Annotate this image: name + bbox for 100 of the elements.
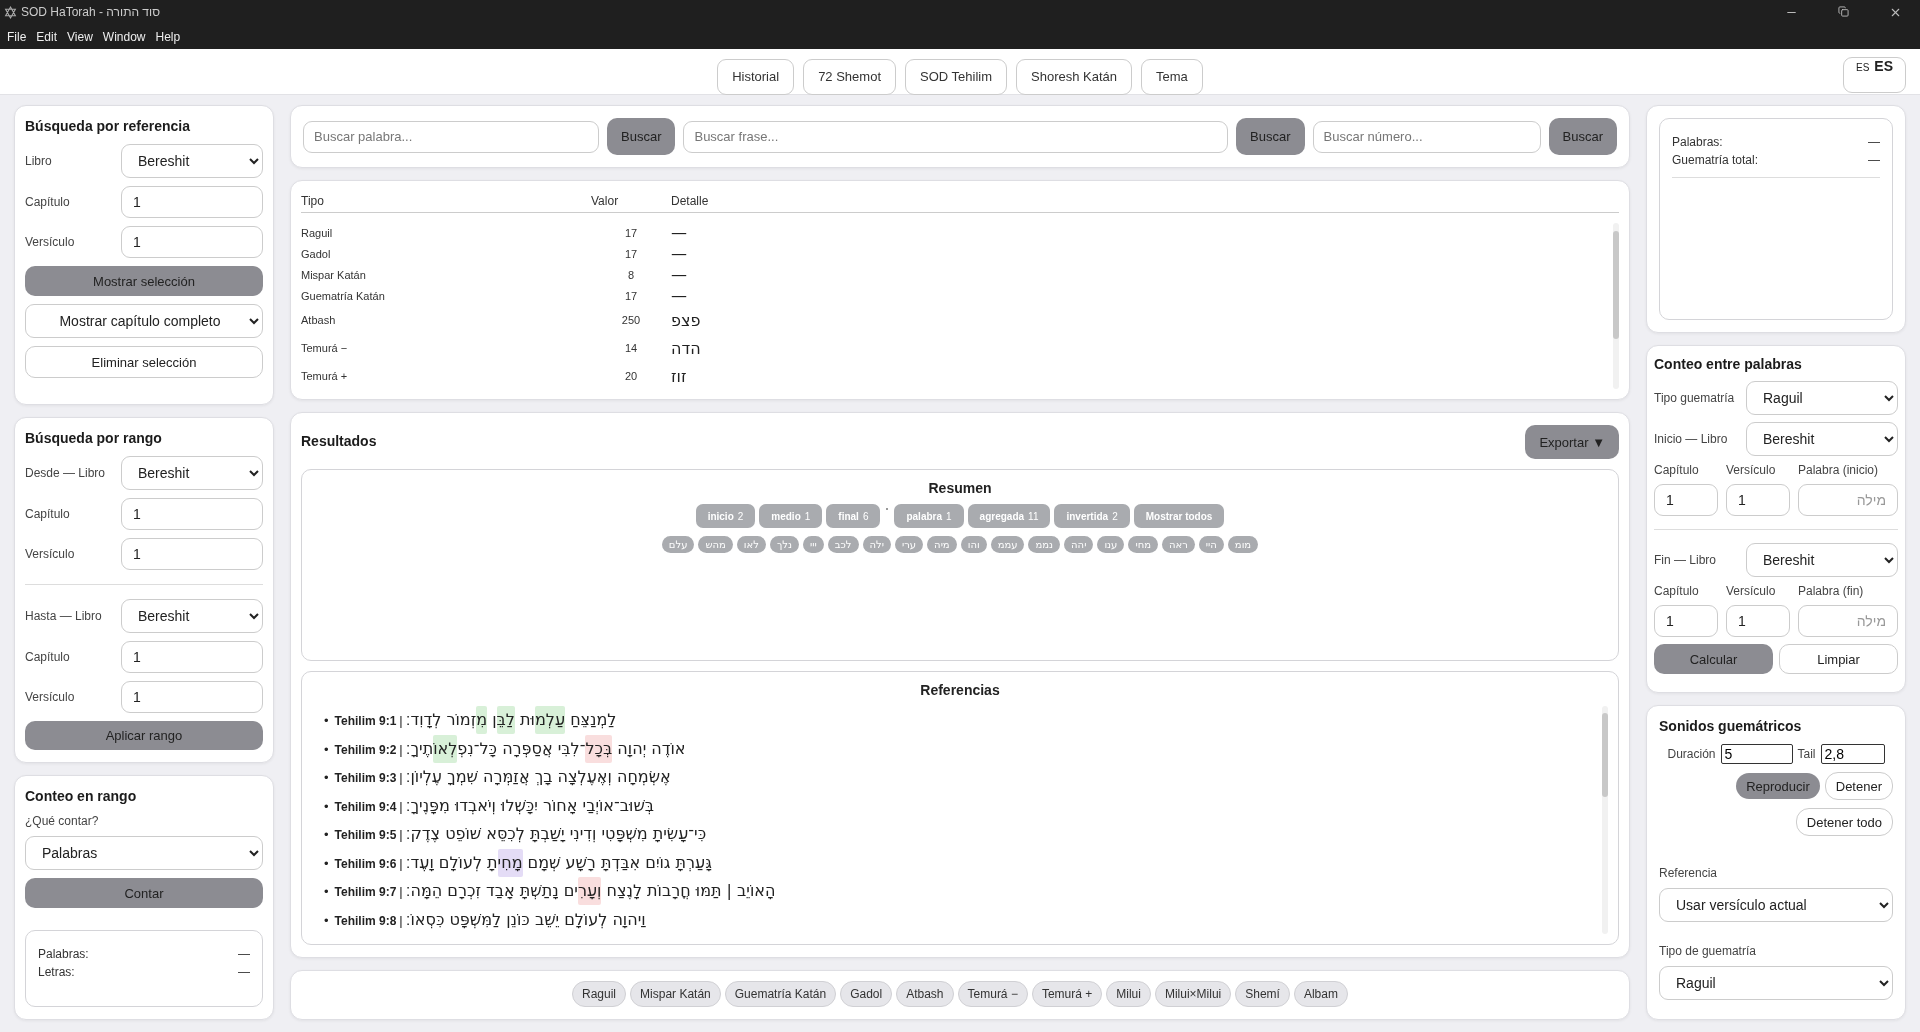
restore-icon[interactable] (1838, 5, 1849, 17)
field-label: Versículo (1726, 584, 1777, 598)
nav-button[interactable]: Tema (1141, 58, 1203, 95)
gematria-type-chip[interactable]: Gadol (840, 981, 893, 1007)
scrollbar[interactable] (1613, 223, 1619, 389)
tail-field[interactable]: 2,8 (1820, 744, 1885, 764)
bullet: • (324, 855, 329, 871)
verse-reference[interactable]: Tehilim 9:4 (334, 799, 397, 814)
book-select[interactable]: Bereshit (1746, 543, 1898, 577)
search-button[interactable]: Buscar (607, 118, 676, 155)
table-cell-text: זוז (671, 366, 688, 386)
play-button[interactable]: Reproducir (1736, 773, 1820, 799)
nav-button[interactable]: Historial (717, 58, 795, 95)
table-cell-text: Temurá − (301, 342, 349, 354)
gematria-type-chip[interactable]: Temurá − (957, 981, 1028, 1007)
book-select[interactable]: Bereshit (1746, 422, 1898, 456)
clear-selection-button[interactable]: Eliminar selección (25, 346, 263, 378)
column-header: Valor (591, 194, 620, 208)
table-cell-text: 17 (623, 247, 639, 260)
number-field[interactable]: 1 (121, 498, 263, 530)
menu-item[interactable]: View (62, 29, 98, 44)
field-label: Capítulo (25, 507, 71, 521)
number-field[interactable]: 1 (121, 641, 263, 673)
field-label: Versículo (25, 690, 76, 704)
word-field[interactable]: מילה (1798, 484, 1898, 516)
verse-reference[interactable]: Tehilim 9:5 (334, 828, 397, 842)
number-field[interactable]: 1 (121, 681, 263, 713)
stat-value: — (1868, 153, 1880, 167)
chapter-mode-select[interactable]: Mostrar capítulo completo (25, 304, 263, 338)
verse-reference[interactable]: Tehilim 9:2 (334, 742, 397, 757)
stat-value: — (238, 947, 250, 961)
calculate-button[interactable]: Calcular (1654, 644, 1773, 674)
field-label: Duración (1667, 747, 1716, 761)
number-field[interactable]: 1 (121, 538, 263, 570)
references-title: Referencias (920, 682, 1000, 698)
count-button[interactable]: Contar (25, 878, 263, 908)
number-field[interactable]: 1 (1726, 605, 1790, 637)
number-field[interactable]: 1 (1654, 484, 1718, 516)
stat-label: Palabras: (1672, 135, 1723, 149)
duration-field[interactable]: 5 (1720, 744, 1793, 764)
summary-title: Resumen (928, 480, 992, 496)
field-label: Palabra (fin) (1798, 584, 1865, 598)
search-field[interactable]: Buscar frase... (683, 120, 1229, 153)
book-select[interactable]: Bereshit (121, 456, 263, 490)
export-button[interactable]: Exportar ▼ (1525, 425, 1619, 459)
separator: | (399, 855, 403, 871)
number-field[interactable]: 1 (1654, 605, 1718, 637)
number-field[interactable]: 1 (1726, 484, 1790, 516)
language-button[interactable]: ES ES (1842, 57, 1906, 93)
field-label: Libro (25, 154, 53, 168)
book-select[interactable]: Bereshit (121, 144, 263, 178)
card-title: Búsqueda por rango (25, 430, 163, 446)
nav-button[interactable]: Shoresh Katán (1016, 58, 1133, 95)
stop-all-button[interactable]: Detener todo (1795, 808, 1893, 836)
verse-reference[interactable]: Tehilim 9:6 (334, 856, 397, 871)
table-cell-text: Atbash (301, 314, 337, 326)
bullet: • (324, 798, 329, 814)
gematria-type-chip[interactable]: Raguil (572, 981, 627, 1007)
gematria-type-chip[interactable]: Milui×Milui (1154, 981, 1232, 1007)
clear-button[interactable]: Limpiar (1779, 644, 1898, 674)
bullet: • (324, 884, 329, 899)
field-label: Versículo (25, 547, 76, 561)
gematria-type-chip[interactable]: Albam (1293, 981, 1348, 1007)
nav-button[interactable]: SOD Tehilim (905, 58, 1007, 95)
number-field[interactable]: 1 (121, 186, 263, 218)
menu-item[interactable]: File (2, 29, 32, 44)
word-field[interactable]: מילה (1798, 605, 1898, 637)
gematria-type-chip[interactable]: Mispar Katán (630, 981, 721, 1007)
gematria-type-chip[interactable]: Guematría Katán (724, 981, 837, 1007)
separator: | (399, 713, 403, 728)
gematria-type-chip[interactable]: Atbash (896, 981, 954, 1007)
search-button[interactable]: Buscar (1236, 118, 1305, 155)
gematria-type-chip[interactable]: Shemí (1235, 981, 1290, 1007)
nav-button[interactable]: 72 Shemot (803, 58, 896, 95)
verse-reference[interactable]: Tehilim 9:7 (334, 885, 397, 899)
gematria-select[interactable]: Raguil (1659, 966, 1893, 1000)
table-cell-text: — (671, 223, 688, 242)
gematria-type-chip[interactable]: Temurá + (1031, 981, 1103, 1007)
menu-item[interactable]: Edit (31, 29, 63, 44)
show-selection-button[interactable]: Mostrar selección (25, 266, 263, 296)
search-field[interactable]: Buscar palabra... (303, 120, 599, 153)
stop-button[interactable]: Detener (1824, 772, 1893, 800)
menu-item[interactable]: Window (97, 29, 151, 44)
search-button[interactable]: Buscar (1548, 118, 1617, 155)
scrollbar[interactable] (1602, 706, 1608, 934)
menu-item[interactable]: Help (150, 29, 186, 44)
highlighted-letters: עַלְמ (534, 706, 566, 734)
apply-range-button[interactable]: Aplicar rango (25, 721, 263, 750)
verse-reference[interactable]: Tehilim 9:3 (334, 771, 397, 785)
search-field[interactable]: Buscar número... (1312, 120, 1541, 153)
count-select[interactable]: Palabras (25, 836, 263, 870)
reference-select[interactable]: Usar versículo actual (1659, 888, 1893, 922)
number-field[interactable]: 1 (121, 226, 263, 258)
table-cell-text: 14 (623, 342, 639, 354)
gematria-select[interactable]: Raguil (1746, 381, 1898, 415)
verse-reference[interactable]: Tehilim 9:8 (334, 913, 397, 928)
book-select[interactable]: Bereshit (121, 599, 263, 633)
verse-reference[interactable]: Tehilim 9:1 (334, 714, 397, 728)
gematria-type-chip[interactable]: Milui (1106, 981, 1151, 1007)
bullet: • (324, 827, 329, 842)
